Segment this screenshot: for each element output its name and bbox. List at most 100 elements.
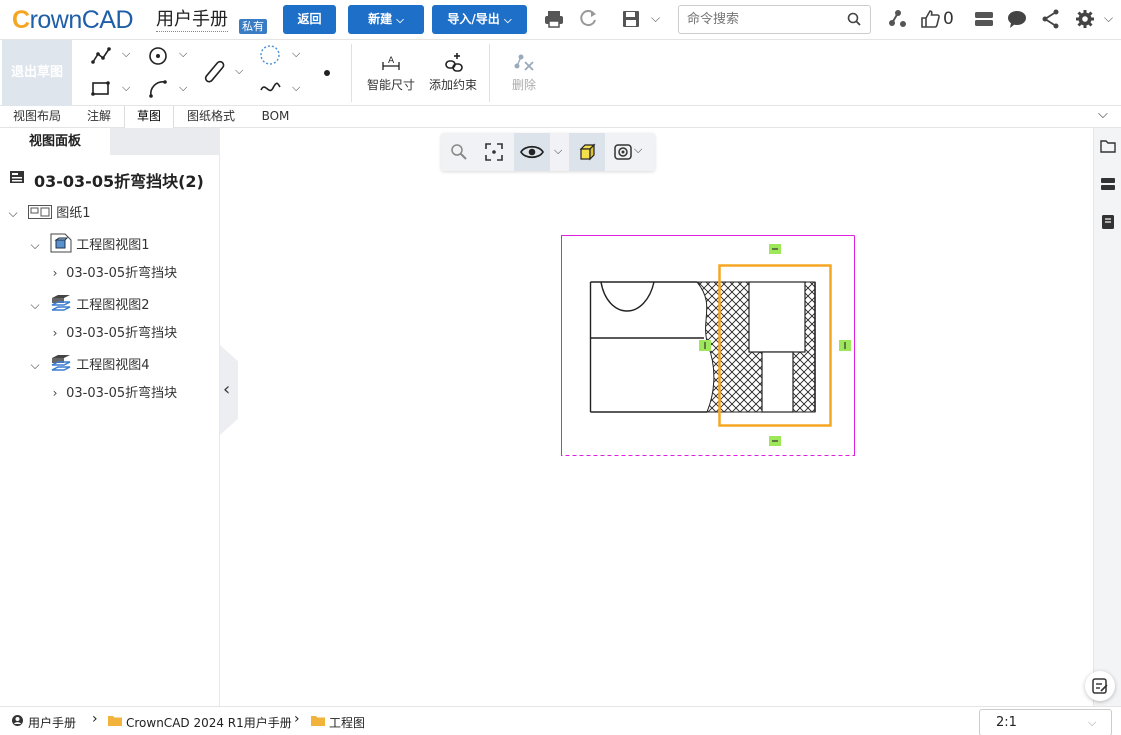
tree-item-part[interactable]: › 03-03-05折弯挡块: [48, 263, 178, 283]
folder-icon[interactable]: [1100, 139, 1116, 153]
chevron-down-icon[interactable]: ⌵: [6, 203, 20, 223]
chevron-down-icon[interactable]: ⌵: [28, 295, 42, 315]
tree-item-part[interactable]: › 03-03-05折弯挡块: [48, 323, 178, 343]
circle-icon[interactable]: [147, 45, 169, 67]
tab-bom[interactable]: BOM: [248, 106, 303, 128]
save-dropdown-icon[interactable]: ⌵: [651, 11, 660, 26]
import-export-button[interactable]: 导入/导出 ⌵: [432, 5, 527, 34]
search-icon[interactable]: [847, 12, 861, 26]
chevron-right-icon: ›: [294, 711, 300, 727]
spline-icon[interactable]: [258, 78, 282, 98]
folder-icon: [108, 716, 122, 726]
share-icon[interactable]: [1040, 8, 1062, 30]
tree-item-label: 03-03-05折弯挡块: [66, 326, 178, 341]
spline-circle-dropdown-icon[interactable]: ⌵: [292, 47, 300, 61]
breadcrumb-user-manual[interactable]: 用户手册: [28, 714, 76, 731]
new-button[interactable]: 新建 ⌵: [348, 5, 424, 34]
chevron-right-icon: ›: [92, 711, 98, 727]
drawing-canvas[interactable]: [540, 225, 880, 470]
tab-sketch[interactable]: 草图: [124, 106, 174, 128]
tree-item-label: 工程图视图4: [76, 358, 150, 373]
tab-view-panel[interactable]: 视图面板: [0, 128, 110, 155]
edit-note-icon: [1092, 678, 1108, 694]
slot-dropdown-icon[interactable]: ⌵: [235, 64, 243, 78]
breadcrumb-drawing[interactable]: 工程图: [329, 714, 365, 731]
document-title[interactable]: 用户手册: [156, 9, 228, 32]
chevron-right-icon[interactable]: ›: [48, 323, 62, 343]
tree-item-view1[interactable]: ⌵ 工程图视图1: [28, 233, 150, 253]
add-constraint-icon[interactable]: [442, 52, 466, 74]
visibility-toggle[interactable]: [514, 133, 550, 171]
svg-text:A: A: [388, 56, 395, 66]
collaborate-icon[interactable]: [887, 8, 909, 30]
fit-view-icon[interactable]: [484, 142, 504, 162]
tab-sheet-format[interactable]: 图纸格式: [174, 106, 248, 128]
refresh-icon[interactable]: [577, 8, 599, 30]
circle-dropdown-icon[interactable]: ⌵: [179, 47, 187, 61]
status-bar: 用户手册 › CrownCAD 2024 R1用户手册 › 工程图 2:1 ⌵: [0, 706, 1121, 735]
tree-item-sheet[interactable]: ⌵ 图纸1: [6, 203, 91, 223]
comment-icon[interactable]: [1006, 8, 1028, 30]
sketch-ribbon: 退出草图 ⌵ ⌵ ⌵ ⌵ ⌵ ⌵ ⌵ A 智能尺寸 添加约束 删除: [0, 40, 1121, 106]
divider: [351, 44, 352, 102]
chevron-down-icon[interactable]: ⌵: [28, 235, 42, 255]
chevron-right-icon[interactable]: ›: [48, 263, 62, 283]
book-icon[interactable]: [1101, 214, 1115, 230]
tree-item-part[interactable]: › 03-03-05折弯挡块: [48, 383, 178, 403]
arc-dropdown-icon[interactable]: ⌵: [179, 81, 187, 95]
divider: [489, 44, 490, 102]
slot-icon[interactable]: [201, 58, 229, 86]
tree-item-view4[interactable]: ⌵ 工程图视图4: [28, 353, 150, 373]
delete-icon[interactable]: [512, 52, 536, 74]
drawing-title: 03-03-05折弯挡块(2): [34, 172, 204, 191]
arc-icon[interactable]: [147, 78, 169, 100]
spline-circle-icon[interactable]: [258, 43, 282, 67]
section-view-dropdown-icon[interactable]: ⌵: [634, 143, 642, 157]
command-search[interactable]: [678, 5, 871, 34]
private-badge: 私有: [239, 19, 267, 34]
server-icon[interactable]: [973, 8, 995, 30]
point-icon[interactable]: [322, 68, 332, 78]
print-icon[interactable]: [543, 8, 565, 30]
tree-item-view2[interactable]: ⌵ 工程图视图2: [28, 293, 150, 313]
visibility-dropdown-icon[interactable]: ⌵: [554, 144, 562, 158]
save-icon[interactable]: [620, 8, 642, 30]
zoom-icon[interactable]: [450, 143, 468, 161]
feedback-button[interactable]: [1085, 671, 1115, 701]
chevron-down-icon: ⌵: [396, 15, 404, 26]
display-style-toggle[interactable]: [569, 133, 605, 171]
scale-select[interactable]: 2:1 ⌵: [979, 709, 1112, 735]
settings-icon[interactable]: [1074, 8, 1096, 30]
section-view-icon[interactable]: [613, 142, 635, 162]
user-icon: [12, 715, 23, 726]
add-constraint-label[interactable]: 添加约束: [429, 76, 477, 93]
tab-view-layout[interactable]: 视图布局: [0, 106, 74, 128]
sheet-icon: [28, 205, 53, 219]
search-input[interactable]: [679, 6, 839, 33]
smart-dimension-label[interactable]: 智能尺寸: [367, 76, 415, 93]
polyline-icon[interactable]: [90, 45, 112, 67]
back-button[interactable]: 返回: [283, 5, 336, 34]
folder-icon: [311, 716, 325, 726]
tab-annotation[interactable]: 注解: [74, 106, 124, 128]
polyline-dropdown-icon[interactable]: ⌵: [122, 47, 130, 61]
rectangle-icon[interactable]: [90, 79, 112, 99]
chevron-left-icon[interactable]: ‹: [223, 379, 230, 400]
chevron-right-icon[interactable]: ›: [48, 383, 62, 403]
like-icon[interactable]: [919, 8, 941, 30]
spline-dropdown-icon[interactable]: ⌵: [292, 81, 300, 95]
delete-label[interactable]: 删除: [512, 76, 536, 93]
chevron-down-icon[interactable]: ⌵: [28, 355, 42, 375]
breadcrumb-manual-folder[interactable]: CrownCAD 2024 R1用户手册: [126, 714, 292, 731]
smart-dimension-icon[interactable]: A: [380, 52, 402, 74]
ribbon-tabs: 视图布局 注解 草图 图纸格式 BOM ⌵: [0, 106, 1121, 128]
collapse-ribbon-icon[interactable]: ⌵: [1098, 107, 1108, 122]
exit-sketch-button[interactable]: 退出草图: [2, 40, 72, 106]
rectangle-dropdown-icon[interactable]: ⌵: [122, 81, 130, 95]
server-icon[interactable]: [1100, 177, 1116, 191]
view-toolbar: ⌵ ⌵: [441, 133, 655, 171]
right-rail: [1093, 128, 1121, 706]
logo: CrownCAD: [12, 6, 134, 34]
settings-dropdown-icon[interactable]: ⌵: [1104, 11, 1113, 26]
collapse-panel-handle[interactable]: ‹: [220, 345, 238, 435]
